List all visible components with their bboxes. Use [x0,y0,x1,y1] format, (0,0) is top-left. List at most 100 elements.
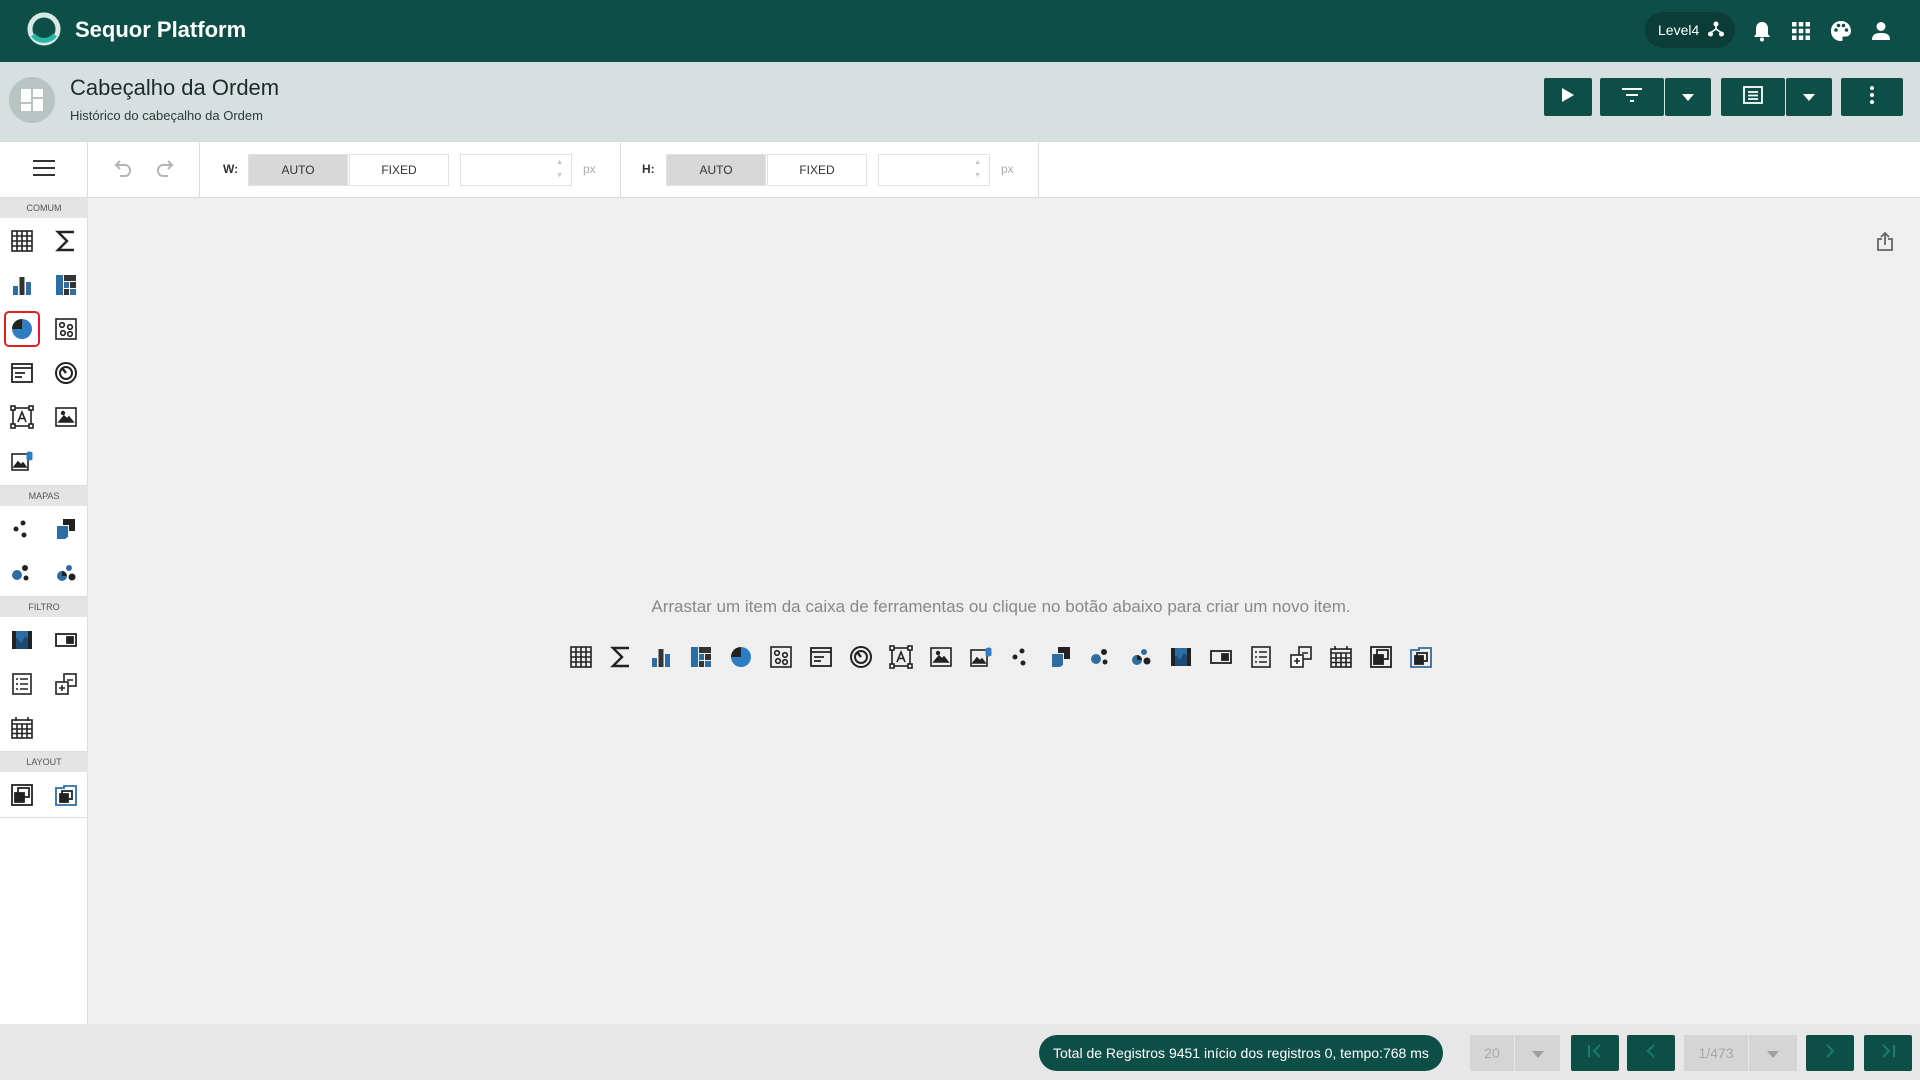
height-auto-button[interactable]: AUTO [666,154,766,186]
toolbox: COMUM MAPAS FILTRO LAYOUT [0,198,88,1024]
user-icon[interactable] [1868,18,1894,44]
grid-icon[interactable] [567,643,595,671]
chevron-down-icon [1531,1045,1544,1061]
apps-grid-icon[interactable] [1788,18,1814,44]
menu-button[interactable] [0,142,88,198]
text-box-icon[interactable] [887,643,915,671]
choropleth-icon[interactable] [51,514,81,544]
scatter-icon[interactable] [51,314,81,344]
range-filter-icon[interactable] [1167,643,1195,671]
image-icon[interactable] [51,402,81,432]
tab-container-icon[interactable] [51,780,81,810]
section-comum: COMUM [0,198,88,218]
spin-up-icon[interactable]: ▲ [556,159,563,166]
geo-points-icon[interactable] [1007,643,1035,671]
width-auto-button[interactable]: AUTO [248,154,348,186]
next-page-button[interactable] [1806,1035,1854,1071]
filter-dropdown-button[interactable] [1665,78,1711,116]
first-page-icon [1587,1043,1603,1063]
treemap-icon[interactable] [51,270,81,300]
bar-chart-icon[interactable] [7,270,37,300]
export-icon[interactable] [1872,229,1898,255]
tab-container-icon[interactable] [1407,643,1435,671]
page-dropdown[interactable] [1749,1035,1797,1071]
gauge-icon[interactable] [847,643,875,671]
bar-chart-icon[interactable] [647,643,675,671]
sum-icon[interactable] [51,226,81,256]
text-box-icon[interactable] [7,402,37,432]
scatter-icon[interactable] [767,643,795,671]
spin-up-icon[interactable]: ▲ [974,159,981,166]
section-layout: LAYOUT [0,752,88,772]
width-fixed-button[interactable]: FIXED [349,154,449,186]
list-box-icon[interactable] [7,669,37,699]
date-filter-icon[interactable] [1327,643,1355,671]
run-button[interactable] [1544,78,1592,116]
sum-icon[interactable] [607,643,635,671]
geo-points-icon[interactable] [7,514,37,544]
level-label: Level4 [1658,22,1700,38]
section-filtro: FILTRO [0,597,88,617]
page-subtitle: Histórico do cabeçalho da Ordem [70,108,263,123]
group-icon[interactable] [1367,643,1395,671]
choropleth-icon[interactable] [1047,643,1075,671]
layout-dropdown-button[interactable] [1786,78,1832,116]
combo-box-icon[interactable] [1207,643,1235,671]
palette-icon[interactable] [1828,18,1854,44]
width-input[interactable]: ▲ ▼ [460,154,572,186]
list-box-icon[interactable] [1247,643,1275,671]
combo-box-icon[interactable] [51,625,81,655]
gauge-icon[interactable] [51,358,81,388]
designer-toolbar: W: AUTO FIXED ▲ ▼ px H: AUTO FIXED ▲ ▼ p… [0,142,1920,198]
width-unit: px [583,162,596,176]
spin-down-icon[interactable]: ▼ [556,172,563,179]
page-size-select[interactable]: 20 [1470,1035,1514,1071]
height-fixed-button[interactable]: FIXED [767,154,867,186]
more-button[interactable] [1841,78,1903,116]
group-icon[interactable] [7,780,37,810]
footer: Total de Registros 9451 início dos regis… [0,1024,1920,1080]
filter-button[interactable] [1600,78,1664,116]
bound-image-icon[interactable] [967,643,995,671]
page-indicator[interactable]: 1/473 [1684,1035,1748,1071]
date-filter-icon[interactable] [7,713,37,743]
chevron-down-icon [1767,1045,1779,1061]
spin-down-icon[interactable]: ▼ [974,172,981,179]
bubble-map-icon[interactable] [1087,643,1115,671]
card-icon[interactable] [807,643,835,671]
bubble-map-icon[interactable] [7,558,37,588]
page-size-dropdown[interactable] [1515,1035,1560,1071]
previous-page-icon [1646,1043,1656,1063]
height-input[interactable]: ▲ ▼ [878,154,990,186]
card-icon[interactable] [7,358,37,388]
bell-icon[interactable] [1749,18,1775,44]
play-icon [1561,87,1575,108]
logo-ring-icon[interactable] [26,11,62,47]
more-vertical-icon [1870,85,1874,109]
undo-icon[interactable] [112,160,132,183]
range-filter-icon[interactable] [7,625,37,655]
pie-chart-icon[interactable] [727,643,755,671]
level-selector[interactable]: Level4 [1645,12,1735,48]
pie-chart-icon[interactable] [4,311,40,347]
last-page-button[interactable] [1864,1035,1912,1071]
layout-list-icon [1743,85,1763,109]
section-mapas: MAPAS [0,486,88,506]
app-title: Sequor Platform [75,17,247,42]
divider [620,142,621,198]
image-icon[interactable] [927,643,955,671]
grid-icon[interactable] [7,226,37,256]
menu-icon [32,159,55,181]
tree-view-icon[interactable] [1287,643,1315,671]
previous-page-button[interactable] [1627,1035,1675,1071]
layout-button[interactable] [1721,78,1785,116]
tree-view-icon[interactable] [51,669,81,699]
bound-image-icon[interactable] [7,446,37,476]
pie-map-icon[interactable] [51,558,81,588]
chevron-down-icon [1682,88,1694,106]
pie-map-icon[interactable] [1127,643,1155,671]
redo-icon[interactable] [156,160,176,183]
first-page-button[interactable] [1571,1035,1619,1071]
treemap-icon[interactable] [687,643,715,671]
empty-canvas-message: Arrastar um item da caixa de ferramentas… [651,597,1351,616]
